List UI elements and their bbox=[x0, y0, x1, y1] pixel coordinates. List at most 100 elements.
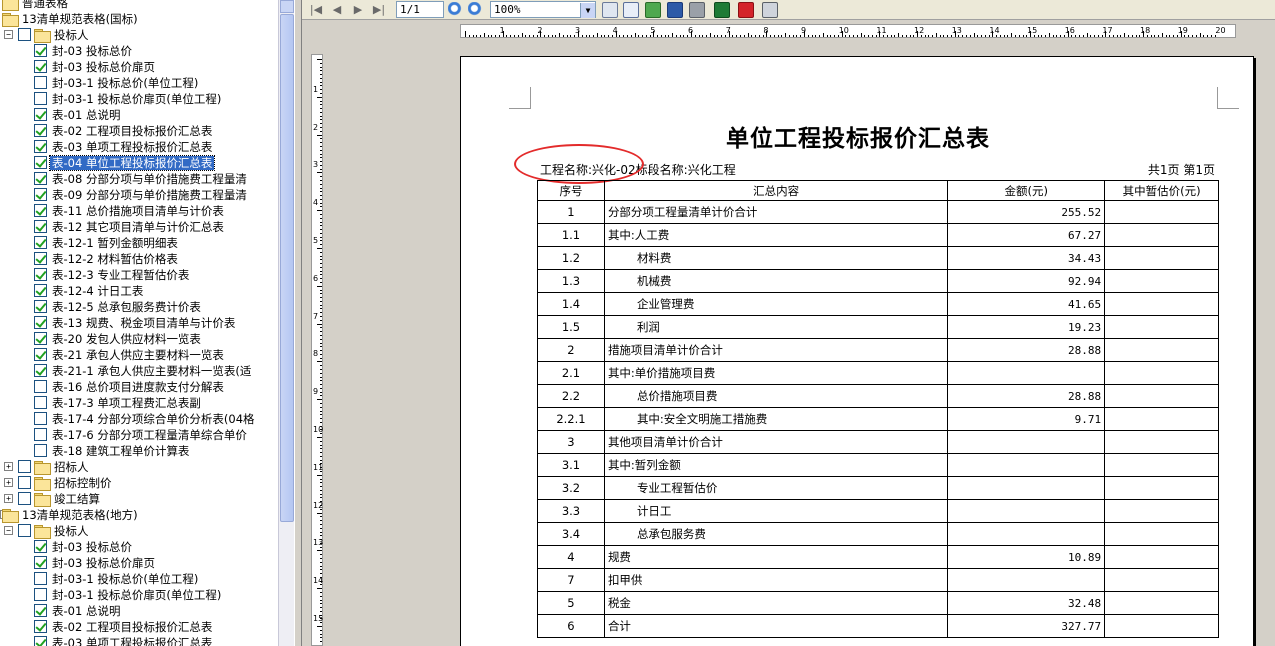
tree-report-node[interactable]: 表-21 承包人供应主要材料一览表 bbox=[0, 347, 278, 363]
tree-node-label[interactable]: 表-09 分部分项与单价措施费工程量清 bbox=[50, 188, 249, 202]
checkbox-checked[interactable] bbox=[34, 236, 47, 249]
tree-report-node[interactable]: 表-13 规费、税金项目清单与计价表 bbox=[0, 315, 278, 331]
tree-report-node[interactable]: 表-01 总说明 bbox=[0, 603, 278, 619]
collapse-minus-icon[interactable]: − bbox=[4, 526, 13, 535]
book-icon[interactable] bbox=[667, 2, 683, 18]
checkbox-checked[interactable] bbox=[34, 60, 47, 73]
tree-node-label[interactable]: 表-02 工程项目投标报价汇总表 bbox=[50, 620, 214, 634]
tree-report-node[interactable]: 封-03-1 投标总价扉页(单位工程) bbox=[0, 587, 278, 603]
tree-folder-node[interactable]: + 招标控制价 bbox=[0, 475, 278, 491]
tree-report-node[interactable]: 表-12-5 总承包服务费计价表 bbox=[0, 299, 278, 315]
tree-node-label[interactable]: 表-12-5 总承包服务费计价表 bbox=[50, 300, 203, 314]
tree-folder-node[interactable]: 13清单规范表格(国标) bbox=[0, 11, 278, 27]
tree-folder-node[interactable]: + 竣工结算 bbox=[0, 491, 278, 507]
tree-report-node[interactable]: 表-11 总价措施项目清单与计价表 bbox=[0, 203, 278, 219]
checkbox-checked[interactable] bbox=[34, 268, 47, 281]
checkbox-checked[interactable] bbox=[34, 124, 47, 137]
tree-node-label[interactable]: 表-21 承包人供应主要材料一览表 bbox=[50, 348, 226, 362]
tree-node-label[interactable]: 表-03 单项工程投标报价汇总表 bbox=[50, 140, 214, 154]
prev-page-icon[interactable]: ◀ bbox=[329, 2, 345, 18]
tree-node-label[interactable]: 表-02 工程项目投标报价汇总表 bbox=[50, 124, 214, 138]
checkbox-unchecked[interactable] bbox=[18, 460, 31, 473]
expand-plus-icon[interactable]: + bbox=[4, 478, 13, 487]
tree-report-node[interactable]: 表-01 总说明 bbox=[0, 107, 278, 123]
tree-node-label[interactable]: 招标人 bbox=[52, 460, 91, 474]
checkbox-unchecked[interactable] bbox=[34, 572, 47, 585]
checkbox-unchecked[interactable] bbox=[34, 412, 47, 425]
first-page-icon[interactable]: |◀ bbox=[308, 2, 324, 18]
tree-report-node[interactable]: 表-04 单位工程投标报价汇总表 bbox=[0, 155, 278, 171]
tree-report-node[interactable]: 表-18 建筑工程单价计算表 bbox=[0, 443, 278, 459]
tree-node-label[interactable]: 表-12-4 计日工表 bbox=[50, 284, 145, 298]
tree-report-node[interactable]: 表-21-1 承包人供应主要材料一览表(适 bbox=[0, 363, 278, 379]
tree-node-label[interactable]: 封-03-1 投标总价扉页(单位工程) bbox=[50, 588, 223, 602]
checkbox-unchecked[interactable] bbox=[18, 492, 31, 505]
last-page-icon[interactable]: ▶| bbox=[371, 2, 387, 18]
tree-node-label[interactable]: 表-16 总价项目进度款支付分解表 bbox=[50, 380, 226, 394]
tree-node-label[interactable]: 竣工结算 bbox=[52, 492, 102, 506]
scroll-up-arrow[interactable] bbox=[280, 0, 294, 13]
checkbox-checked[interactable] bbox=[34, 636, 47, 646]
tree-node-label[interactable]: 表-17-6 分部分项工程量清单综合单价 bbox=[50, 428, 249, 442]
checkbox-unchecked[interactable] bbox=[34, 588, 47, 601]
checkbox-checked[interactable] bbox=[34, 604, 47, 617]
page-setup-icon[interactable] bbox=[623, 2, 639, 18]
tree-node-label[interactable]: 表-04 单位工程投标报价汇总表 bbox=[48, 155, 216, 171]
tree-report-node[interactable]: 封-03-1 投标总价扉页(单位工程) bbox=[0, 91, 278, 107]
tree-report-node[interactable]: 封-03 投标总价 bbox=[0, 539, 278, 555]
checkbox-unchecked[interactable] bbox=[18, 476, 31, 489]
checkbox-checked[interactable] bbox=[34, 108, 47, 121]
tree-node-label[interactable]: 表-17-4 分部分项综合单价分析表(04格 bbox=[50, 412, 257, 426]
printer-icon[interactable] bbox=[762, 2, 778, 18]
checkbox-checked[interactable] bbox=[34, 300, 47, 313]
tree-node-label[interactable]: 表-13 规费、税金项目清单与计价表 bbox=[50, 316, 237, 330]
checkbox-checked[interactable] bbox=[34, 332, 47, 345]
tree-node-label[interactable]: 表-01 总说明 bbox=[50, 604, 122, 618]
checkbox-checked[interactable] bbox=[34, 188, 47, 201]
tree-node-label[interactable]: 表-12-2 材料暂估价格表 bbox=[50, 252, 180, 266]
tools-icon[interactable] bbox=[689, 2, 705, 18]
tree-report-node[interactable]: 表-03 单项工程投标报价汇总表 bbox=[0, 635, 278, 646]
collapse-minus-icon[interactable]: − bbox=[4, 30, 13, 39]
tree-node-label[interactable]: 13清单规范表格(国标) bbox=[20, 12, 140, 26]
tree-node-label[interactable]: 封-03-1 投标总价扉页(单位工程) bbox=[50, 92, 223, 106]
zoom-out-icon[interactable] bbox=[468, 2, 484, 18]
tree-report-node[interactable]: 封-03 投标总价 bbox=[0, 43, 278, 59]
expand-plus-icon[interactable]: + bbox=[4, 494, 13, 503]
tree-folder-node[interactable]: − 投标人 bbox=[0, 523, 278, 539]
tree-node-label[interactable]: 封-03 投标总价扉页 bbox=[50, 60, 157, 74]
tree-report-node[interactable]: 表-12-4 计日工表 bbox=[0, 283, 278, 299]
checkbox-checked[interactable] bbox=[34, 316, 47, 329]
tree-node-label[interactable]: 封-03-1 投标总价(单位工程) bbox=[50, 572, 200, 586]
tree-report-node[interactable]: 封-03 投标总价扉页 bbox=[0, 59, 278, 75]
tree-node-label[interactable]: 表-20 发包人供应材料一览表 bbox=[50, 332, 203, 346]
tree-node-label[interactable]: 表-01 总说明 bbox=[50, 108, 122, 122]
export-icon[interactable] bbox=[645, 2, 661, 18]
tree-node-label[interactable]: 表-12-1 暂列金额明细表 bbox=[50, 236, 180, 250]
tree-node-label[interactable]: 封-03-1 投标总价(单位工程) bbox=[50, 76, 200, 90]
tree-node-label[interactable]: 封-03 投标总价扉页 bbox=[50, 556, 157, 570]
tree-node-label[interactable]: 投标人 bbox=[52, 524, 91, 538]
tree-report-node[interactable]: 表-17-3 单项工程费汇总表副 bbox=[0, 395, 278, 411]
page-number-input[interactable]: 1/1 bbox=[396, 1, 444, 18]
tree-node-label[interactable]: 普通表格 bbox=[20, 0, 70, 10]
checkbox-checked[interactable] bbox=[34, 140, 47, 153]
checkbox-unchecked[interactable] bbox=[34, 428, 47, 441]
print-setup-icon[interactable] bbox=[602, 2, 618, 18]
checkbox-unchecked[interactable] bbox=[18, 524, 31, 537]
tree-report-node[interactable]: 表-12-2 材料暂估价格表 bbox=[0, 251, 278, 267]
tree-report-node[interactable]: 表-03 单项工程投标报价汇总表 bbox=[0, 139, 278, 155]
tree-report-node[interactable]: 表-17-6 分部分项工程量清单综合单价 bbox=[0, 427, 278, 443]
checkbox-unchecked[interactable] bbox=[34, 76, 47, 89]
next-page-icon[interactable]: ▶ bbox=[350, 2, 366, 18]
checkbox-unchecked[interactable] bbox=[34, 396, 47, 409]
tree-report-node[interactable]: 表-02 工程项目投标报价汇总表 bbox=[0, 619, 278, 635]
tree-report-node[interactable]: 封-03-1 投标总价(单位工程) bbox=[0, 75, 278, 91]
panel-splitter[interactable] bbox=[294, 0, 302, 646]
tree-node-label[interactable]: 表-21-1 承包人供应主要材料一览表(适 bbox=[50, 364, 253, 378]
tree-report-node[interactable]: 表-09 分部分项与单价措施费工程量清 bbox=[0, 187, 278, 203]
checkbox-checked[interactable] bbox=[34, 44, 47, 57]
tree-folder-node[interactable]: + 招标人 bbox=[0, 459, 278, 475]
checkbox-unchecked[interactable] bbox=[34, 444, 47, 457]
zoom-select[interactable]: 100% ▼ bbox=[490, 1, 596, 18]
